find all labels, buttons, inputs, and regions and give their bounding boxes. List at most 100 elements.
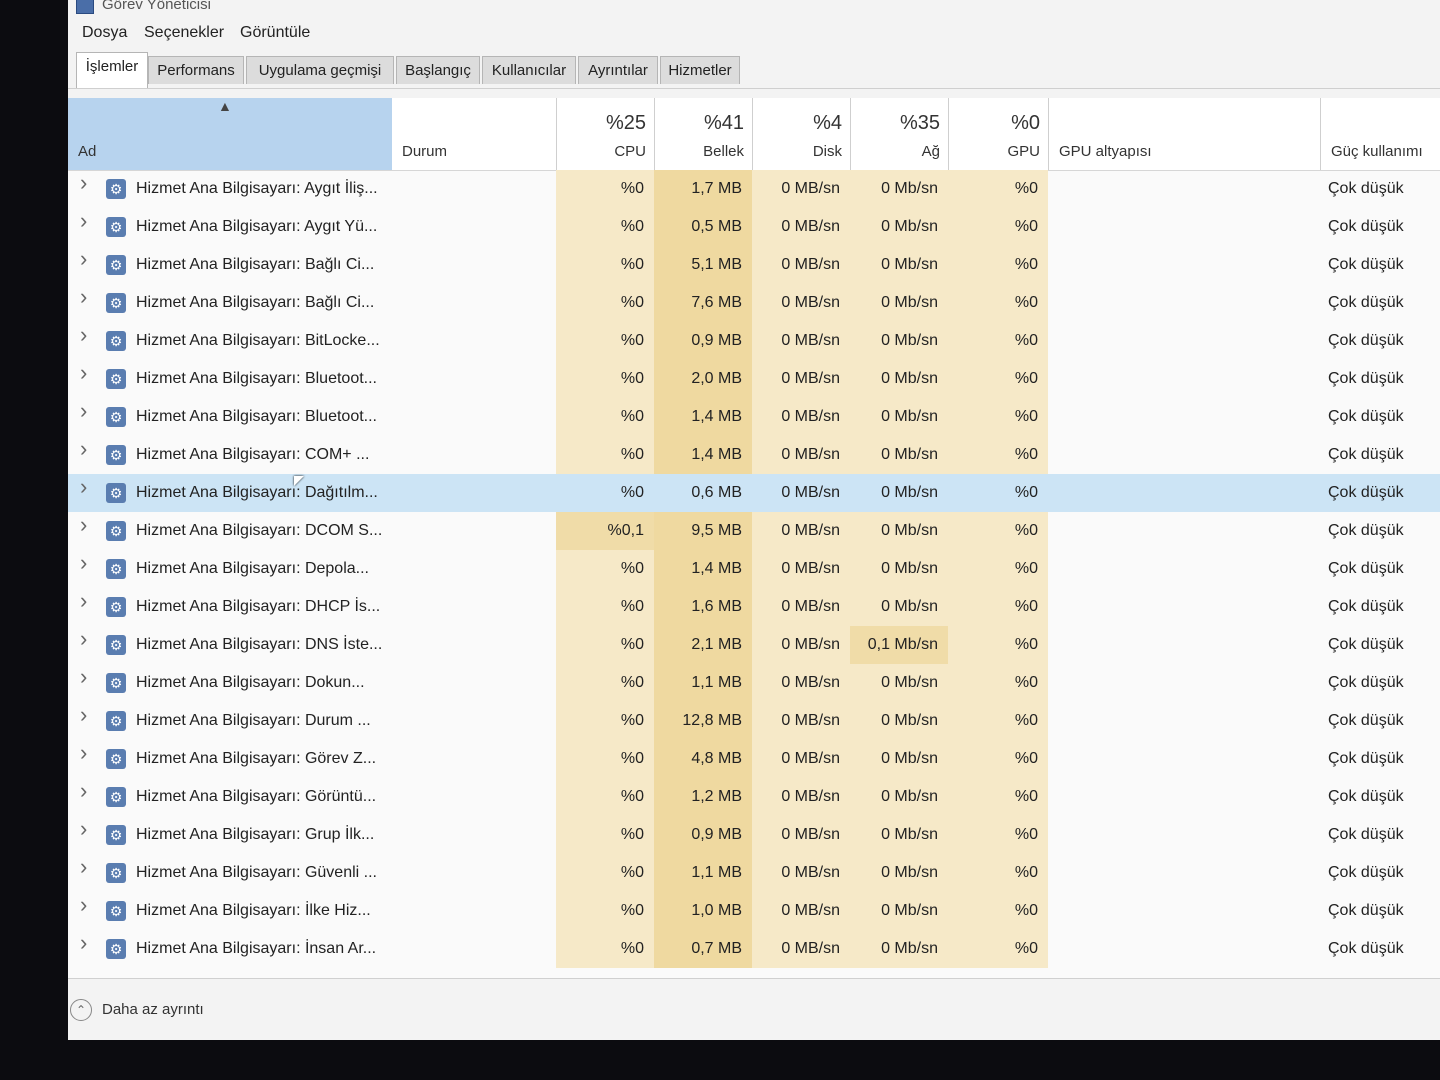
expand-chevron-icon[interactable]: › <box>80 778 87 804</box>
process-name: Hizmet Ana Bilgisayarı: Görüntü... <box>136 788 377 805</box>
service-gear-icon: ⚙ <box>106 711 126 731</box>
disk-value: 0 MB/sn <box>752 284 850 322</box>
power-usage-value: Çok düşük <box>1328 636 1404 653</box>
menu-file[interactable]: Dosya <box>82 24 127 42</box>
chevron-up-circle-icon[interactable]: ⌃ <box>70 999 92 1021</box>
expand-chevron-icon[interactable]: › <box>80 360 87 386</box>
power-usage-value: Çok düşük <box>1328 674 1404 691</box>
process-row[interactable]: › ⚙ Hizmet Ana Bilgisayarı: DCOM S... %0,1 9… <box>68 512 1440 550</box>
column-header-status[interactable]: Durum <box>392 98 556 170</box>
gpu-value: %0 <box>948 360 1048 398</box>
network-value: 0 Mb/sn <box>850 664 948 702</box>
process-row[interactable]: › ⚙ Hizmet Ana Bilgisayarı: DHCP İs... %0 1,… <box>68 588 1440 626</box>
tab-processes[interactable]: İşlemler <box>76 52 148 88</box>
expand-chevron-icon[interactable]: › <box>80 816 87 842</box>
process-name: Hizmet Ana Bilgisayarı: BitLocke... <box>136 332 380 349</box>
process-row[interactable]: › ⚙ Hizmet Ana Bilgisayarı: Görüntü... %0 1,… <box>68 778 1440 816</box>
process-row[interactable]: › ⚙ Hizmet Ana Bilgisayarı: İlke Hiz... %0 1… <box>68 892 1440 930</box>
column-header-power[interactable]: Güç kullanımı <box>1320 98 1440 170</box>
process-row[interactable]: › ⚙ Hizmet Ana Bilgisayarı: Aygıt Yü... %0 0… <box>68 208 1440 246</box>
tab-details[interactable]: Ayrıntılar <box>578 56 658 84</box>
expand-chevron-icon[interactable]: › <box>80 930 87 956</box>
expand-chevron-icon[interactable]: › <box>80 436 87 462</box>
tab-startup[interactable]: Başlangıç <box>396 56 480 84</box>
process-row[interactable]: › ⚙ Hizmet Ana Bilgisayarı: Bağlı Ci... %0 5… <box>68 246 1440 284</box>
memory-value: 7,6 MB <box>654 284 752 322</box>
memory-value: 5,1 MB <box>654 246 752 284</box>
process-row[interactable]: › ⚙ Hizmet Ana Bilgisayarı: Bluetoot... %0 1… <box>68 398 1440 436</box>
process-name: Hizmet Ana Bilgisayarı: Güvenli ... <box>136 864 377 881</box>
task-manager-window: Görev Yöneticisi Dosya Seçenekler Görünt… <box>68 0 1440 1040</box>
cpu-value: %0 <box>556 892 654 930</box>
column-header-disk[interactable]: %4 Disk <box>752 98 850 170</box>
menu-view[interactable]: Görüntüle <box>240 24 310 42</box>
expand-chevron-icon[interactable]: › <box>80 398 87 424</box>
column-header-network[interactable]: %35 Ağ <box>850 98 948 170</box>
column-header-memory[interactable]: %41 Bellek <box>654 98 752 170</box>
memory-value: 0,7 MB <box>654 930 752 968</box>
cpu-value: %0 <box>556 322 654 360</box>
tab-app-history[interactable]: Uygulama geçmişi <box>246 56 394 84</box>
expand-chevron-icon[interactable]: › <box>80 588 87 614</box>
expand-chevron-icon[interactable]: › <box>80 246 87 272</box>
expand-chevron-icon[interactable]: › <box>80 284 87 310</box>
power-usage-value: Çok düşük <box>1328 522 1404 539</box>
process-name: Hizmet Ana Bilgisayarı: Bluetoot... <box>136 408 377 425</box>
service-gear-icon: ⚙ <box>106 939 126 959</box>
expand-chevron-icon[interactable]: › <box>80 740 87 766</box>
process-name: Hizmet Ana Bilgisayarı: İnsan Ar... <box>136 940 377 957</box>
expand-chevron-icon[interactable]: › <box>80 512 87 538</box>
service-gear-icon: ⚙ <box>106 369 126 389</box>
disk-value: 0 MB/sn <box>752 322 850 360</box>
process-row[interactable]: › ⚙ Hizmet Ana Bilgisayarı: Güvenli ... %0 1… <box>68 854 1440 892</box>
expand-chevron-icon[interactable]: › <box>80 170 87 196</box>
process-row[interactable]: › ⚙ Hizmet Ana Bilgisayarı: DNS İste... %0 2… <box>68 626 1440 664</box>
tab-users[interactable]: Kullanıcılar <box>482 56 576 84</box>
column-label-power: Güç kullanımı <box>1331 143 1423 160</box>
process-row[interactable]: › ⚙ Hizmet Ana Bilgisayarı: Bluetoot... %0 2… <box>68 360 1440 398</box>
network-value: 0 Mb/sn <box>850 702 948 740</box>
expand-chevron-icon[interactable]: › <box>80 550 87 576</box>
process-row[interactable]: › ⚙ Hizmet Ana Bilgisayarı: Bağlı Ci... %0 7… <box>68 284 1440 322</box>
power-usage-value: Çok düşük <box>1328 712 1404 729</box>
column-header-gpu-engine[interactable]: GPU altyapısı <box>1048 98 1320 170</box>
memory-value: 2,0 MB <box>654 360 752 398</box>
expand-chevron-icon[interactable]: › <box>80 664 87 690</box>
tab-performance[interactable]: Performans <box>148 56 244 84</box>
power-usage-value: Çok düşük <box>1328 750 1404 767</box>
disk-value: 0 MB/sn <box>752 664 850 702</box>
process-name: Hizmet Ana Bilgisayarı: Görev Z... <box>136 750 377 767</box>
process-row[interactable]: › ⚙ Hizmet Ana Bilgisayarı: BitLocke... %0 0… <box>68 322 1440 360</box>
disk-value: 0 MB/sn <box>752 398 850 436</box>
process-name: Hizmet Ana Bilgisayarı: Bluetoot... <box>136 370 377 387</box>
expand-chevron-icon[interactable]: › <box>80 322 87 348</box>
expand-chevron-icon[interactable]: › <box>80 702 87 728</box>
cpu-value: %0 <box>556 740 654 778</box>
expand-chevron-icon[interactable]: › <box>80 626 87 652</box>
column-header-gpu[interactable]: %0 GPU <box>948 98 1048 170</box>
expand-chevron-icon[interactable]: › <box>80 854 87 880</box>
column-header-row: ▲ Ad Durum %25 CPU %41 Bellek %4 Disk %3… <box>68 98 1440 171</box>
process-row[interactable]: › ⚙ Hizmet Ana Bilgisayarı: Depola... %0 1,4… <box>68 550 1440 588</box>
column-header-cpu[interactable]: %25 CPU <box>556 98 654 170</box>
process-row[interactable]: › ⚙ Hizmet Ana Bilgisayarı: COM+ ... %0 1,4 … <box>68 436 1440 474</box>
process-row[interactable]: › ⚙ Hizmet Ana Bilgisayarı: Durum ... %0 12,… <box>68 702 1440 740</box>
power-usage-value: Çok düşük <box>1328 940 1404 957</box>
expand-chevron-icon[interactable]: › <box>80 208 87 234</box>
expand-chevron-icon[interactable]: › <box>80 892 87 918</box>
process-row[interactable]: › ⚙ Hizmet Ana Bilgisayarı: Görev Z... %0 4,… <box>68 740 1440 778</box>
gpu-value: %0 <box>948 398 1048 436</box>
network-value: 0 Mb/sn <box>850 930 948 968</box>
process-row[interactable]: › ⚙ Hizmet Ana Bilgisayarı: İnsan Ar... %0 0… <box>68 930 1440 968</box>
process-row[interactable]: › ⚙ Hizmet Ana Bilgisayarı: Grup İlk... %0 0… <box>68 816 1440 854</box>
column-header-name[interactable]: ▲ Ad <box>68 98 392 170</box>
menu-options[interactable]: Seçenekler <box>144 24 224 42</box>
expand-chevron-icon[interactable]: › <box>80 474 87 500</box>
process-row[interactable]: › ⚙ Hizmet Ana Bilgisayarı: Dağıtılm... %0 0… <box>68 474 1440 512</box>
memory-total-percent: %41 <box>703 112 744 134</box>
fewer-details-link[interactable]: Daha az ayrıntı <box>102 1001 204 1018</box>
process-row[interactable]: › ⚙ Hizmet Ana Bilgisayarı: Dokun... %0 1,1 … <box>68 664 1440 702</box>
process-row[interactable]: › ⚙ Hizmet Ana Bilgisayarı: Aygıt İliş...%… <box>68 170 1440 208</box>
disk-value: 0 MB/sn <box>781 484 840 501</box>
tab-services[interactable]: Hizmetler <box>660 56 740 84</box>
